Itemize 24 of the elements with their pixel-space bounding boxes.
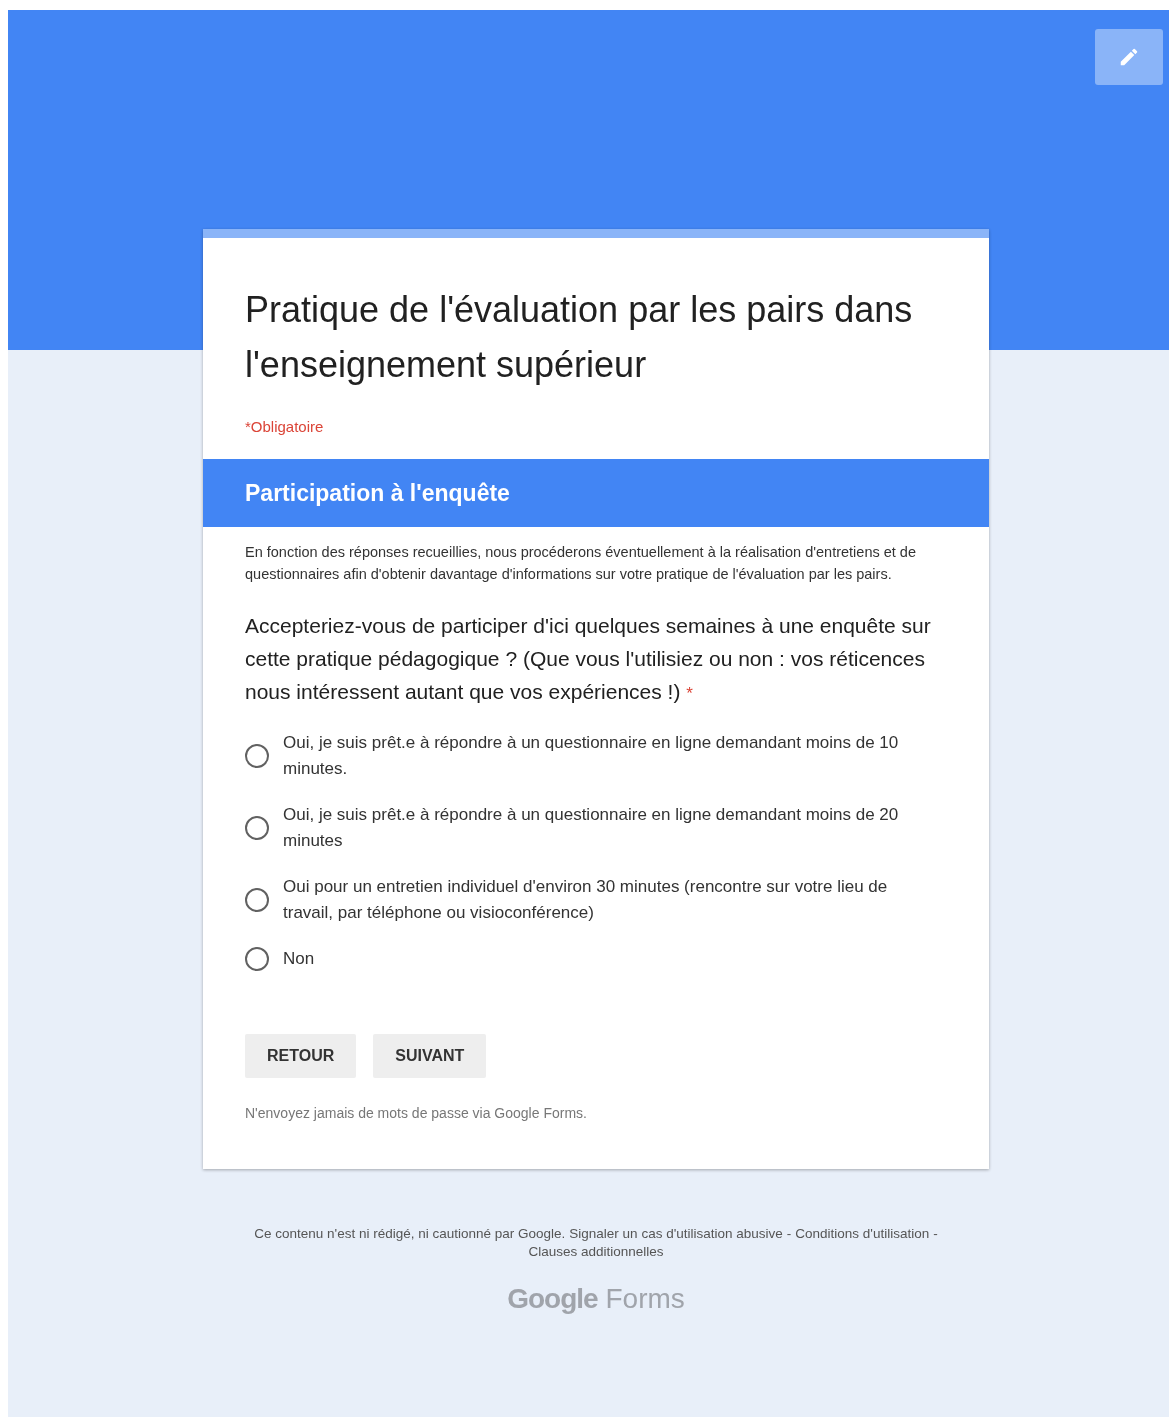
separator-text: - [786,1226,792,1241]
nav-button[interactable]: RETOUR [245,1034,357,1078]
option-label[interactable]: Oui, je suis prêt.e à répondre à un questionnaire en ligne demandant moins de 10 minutes. [283,730,923,782]
pencil-icon [1118,46,1140,68]
google-forms-logo: Google Forms [506,1283,686,1315]
nav-button[interactable]: SUIVANT [373,1034,487,1078]
option-label[interactable]: Oui pour un entretien individuel d'environ 30 minutes (rencontre sur votre lieu de travail, par téléphone ou visioconférence) [283,874,923,926]
section-description: En fonction des réponses recueillies, nous procéderons éventuellement à la réalisation d'entretiens et de questionnaires afin d'obtenir davantage d'informations sur votre pratique de l'évaluation par les pairs. [245,543,917,584]
radio-button[interactable] [245,744,269,768]
question-text: Accepteriez-vous de participer d'ici quelques semaines à une enquête sur cette pratique pédagogique ? (Que vous l'utilisiez ou non : vos réticences nous intéressent autant que vos expériences !) * [245,613,932,705]
option-label[interactable]: Non [283,946,315,972]
footer-link[interactable]: Signaler un cas d'utilisation abusive [569,1226,783,1241]
radio-button[interactable] [245,816,269,840]
footer-link[interactable]: Conditions d'utilisation [795,1226,930,1241]
form-title: Pratique de l'évaluation par les pairs dans l'enseignement supérieur [245,288,914,387]
radio-button[interactable] [245,947,269,971]
option-label[interactable]: Oui, je suis prêt.e à répondre à un questionnaire en ligne demandant moins de 20 minutes [283,802,923,854]
separator-text: - [933,1226,938,1241]
disclaimer-text: Ce contenu n'est ni rédigé, ni cautionné par Google. [254,1226,566,1241]
radio-button[interactable] [245,888,269,912]
password-notice: N'envoyez jamais de mots de passe via Google Forms. [245,1105,588,1121]
required-note: *Obligatoire [245,418,325,435]
section-title: Participation à l'enquête [245,480,510,506]
footer-link[interactable]: Clauses additionnelles [528,1244,664,1259]
